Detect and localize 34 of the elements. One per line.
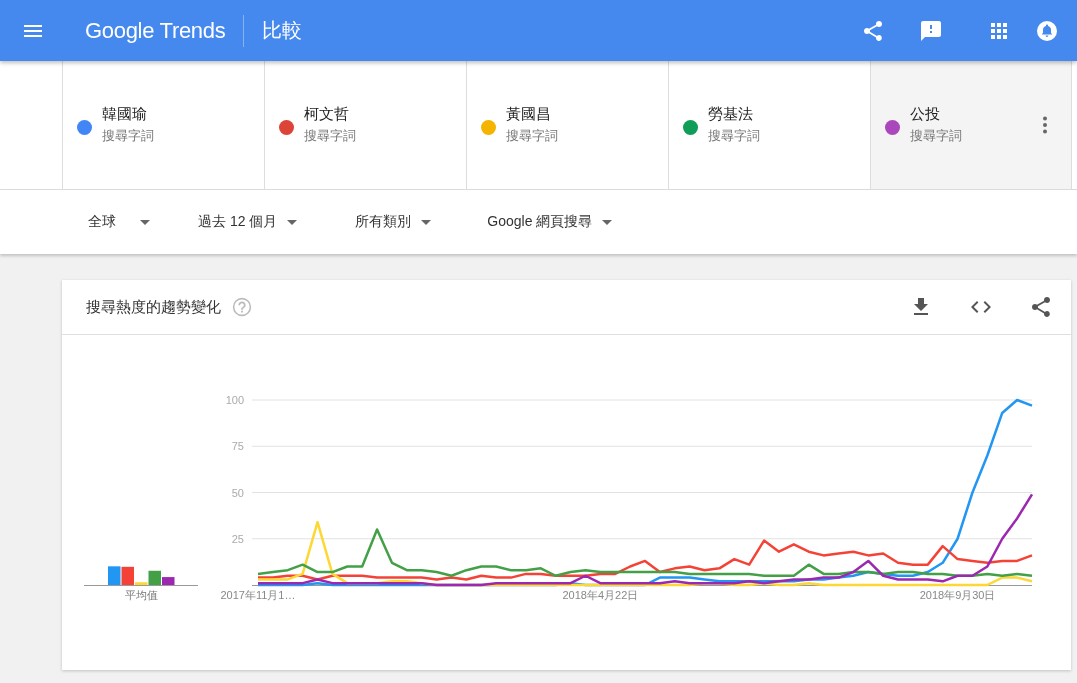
caret-icon: [602, 219, 613, 225]
term-type: 搜尋字詞: [910, 127, 963, 145]
term-type: 搜尋字詞: [506, 127, 559, 145]
term-name: 勞基法: [708, 105, 754, 124]
y-tick-label: 100: [225, 394, 244, 406]
filter-dropdown[interactable]: 所有類別: [355, 213, 432, 231]
term-name: 韓國瑜: [102, 105, 148, 124]
y-tick-label: 50: [231, 486, 244, 499]
filter-dropdown[interactable]: 全球: [88, 213, 150, 231]
filter-dropdown[interactable]: 過去 12 個月: [198, 213, 298, 231]
share-icon[interactable]: [1029, 295, 1053, 319]
x-tick-label: 2018年4月22日: [562, 589, 639, 601]
card-title: 搜尋熱度的趨勢變化: [86, 297, 221, 317]
term-name: 公投: [910, 105, 941, 124]
share-icon[interactable]: [861, 18, 885, 43]
term-type: 搜尋字詞: [708, 127, 761, 145]
help-icon[interactable]: [231, 296, 253, 318]
feedback-icon[interactable]: [919, 18, 943, 43]
term-name: 柯文哲: [304, 105, 350, 124]
y-tick-label: 75: [231, 440, 244, 453]
notification-bell-icon[interactable]: [1035, 18, 1059, 43]
x-tick-label: 2018年9月30日: [919, 589, 996, 601]
caret-icon: [421, 219, 432, 225]
caret-icon: [140, 219, 150, 225]
filter-dropdown[interactable]: Google 網頁搜尋: [487, 213, 613, 231]
page-title: 比較: [262, 18, 303, 43]
x-tick-label: 2017年11月1…: [220, 589, 296, 601]
average-label: 平均值: [124, 589, 158, 601]
term-type: 搜尋字詞: [304, 127, 357, 145]
y-tick-label: 25: [231, 532, 244, 545]
term-name: 黃國昌: [506, 105, 552, 124]
search-term-card[interactable]: 公投 搜尋字詞: [870, 61, 1072, 189]
caret-icon: [287, 219, 298, 225]
term-type: 搜尋字詞: [102, 127, 155, 145]
